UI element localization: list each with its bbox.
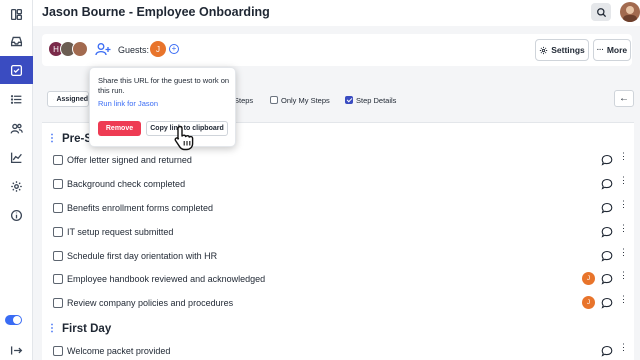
search-icon[interactable] (591, 3, 611, 21)
user-avatar[interactable] (620, 2, 640, 22)
guest-avatar[interactable]: J (150, 41, 166, 57)
comment-icon[interactable] (601, 345, 613, 357)
users-icon[interactable] (0, 114, 33, 142)
sidebar-toggle[interactable] (5, 315, 22, 325)
task-menu-icon[interactable]: ⋮ (619, 152, 628, 166)
layout-icon[interactable] (0, 0, 33, 28)
task-name: Employee handbook reviewed and acknowled… (67, 274, 266, 284)
task-row[interactable]: Background check completed ⋮ (53, 175, 628, 193)
task-row[interactable]: Welcome packet provided ⋮ (53, 342, 628, 360)
guests-label: Guests: (118, 45, 150, 55)
task-menu-icon[interactable]: ⋮ (619, 248, 628, 262)
comment-icon[interactable] (601, 154, 613, 166)
comment-icon[interactable] (601, 273, 613, 285)
logout-icon[interactable] (0, 336, 33, 360)
settings-button[interactable]: Settings (535, 39, 589, 61)
task-row[interactable]: Employee handbook reviewed and acknowled… (53, 270, 628, 288)
step-details-checkbox[interactable] (345, 96, 353, 104)
add-user-icon[interactable] (95, 42, 111, 56)
task-name: Offer letter signed and returned (67, 155, 192, 165)
remove-guest-button[interactable]: Remove (98, 121, 141, 136)
drag-handle-icon[interactable]: ⋮ (47, 324, 57, 334)
task-menu-icon[interactable]: ⋮ (619, 271, 628, 285)
step-details-label: Step Details (356, 96, 397, 105)
task-name: IT setup request submitted (67, 227, 174, 237)
app-root: Jason Bourne - Employee Onboarding H Gue… (0, 0, 640, 360)
assignee-initial: H (53, 44, 59, 54)
more-dots-icon: ··· (596, 46, 604, 54)
chart-icon[interactable] (0, 143, 33, 171)
task-assignee-initial: J (586, 299, 591, 306)
comment-icon[interactable] (601, 297, 613, 309)
info-icon[interactable] (0, 201, 33, 229)
assignee-filter[interactable]: Assigned (47, 91, 89, 107)
sidebar (0, 0, 33, 360)
run-toolbar: H Guests: J + Settings ··· More (42, 34, 632, 66)
task-name: Benefits enrollment forms completed (67, 203, 214, 213)
inbox-icon[interactable] (0, 27, 33, 55)
task-name: Schedule first day orientation with HR (67, 251, 218, 261)
steps-label: Steps (234, 96, 254, 105)
list-icon[interactable] (0, 85, 33, 113)
task-checkbox[interactable] (53, 298, 63, 308)
drag-handle-icon[interactable]: ⋮ (47, 134, 57, 144)
header: Jason Bourne - Employee Onboarding (33, 0, 640, 26)
comment-icon[interactable] (601, 178, 613, 190)
task-checkbox[interactable] (53, 203, 63, 213)
task-menu-icon[interactable]: ⋮ (619, 224, 628, 238)
comment-icon[interactable] (601, 202, 613, 214)
gear-icon[interactable] (0, 172, 33, 200)
section-header[interactable]: ⋮ First Day (47, 323, 111, 335)
task-name: Review company policies and procedures (67, 298, 234, 308)
task-menu-icon[interactable]: ⋮ (619, 200, 628, 214)
page-title: Jason Bourne - Employee Onboarding (42, 5, 270, 19)
task-name: Welcome packet provided (67, 346, 171, 356)
more-button[interactable]: ··· More (593, 39, 631, 61)
gear-icon (540, 46, 548, 54)
more-label: More (606, 45, 628, 55)
task-checkbox[interactable] (53, 274, 63, 284)
task-checkbox[interactable] (53, 179, 63, 189)
task-name: Background check completed (67, 179, 186, 189)
task-row[interactable]: IT setup request submitted ⋮ (53, 223, 628, 241)
task-menu-icon[interactable]: ⋮ (619, 343, 628, 357)
hand-cursor-icon (174, 125, 194, 151)
comment-icon[interactable] (601, 250, 613, 262)
assignee-avatar[interactable] (72, 41, 88, 57)
add-guest-icon[interactable]: + (169, 44, 179, 54)
task-checkbox[interactable] (53, 251, 63, 261)
settings-label: Settings (551, 45, 585, 55)
arrow-left-icon: ← (619, 93, 629, 104)
task-row[interactable]: Schedule first day orientation with HR ⋮ (53, 247, 628, 265)
comment-icon[interactable] (601, 226, 613, 238)
task-checkbox[interactable] (53, 346, 63, 356)
only-my-steps-label: Only My Steps (281, 96, 330, 105)
task-assignee-avatar[interactable]: J (582, 272, 595, 285)
task-row[interactable]: Offer letter signed and returned ⋮ (53, 151, 628, 169)
popover-description: Share this URL for the guest to work on … (98, 76, 230, 95)
task-menu-icon[interactable]: ⋮ (619, 176, 628, 190)
task-row[interactable]: Benefits enrollment forms completed ⋮ (53, 199, 628, 217)
guest-initial: J (156, 44, 160, 54)
task-menu-icon[interactable]: ⋮ (619, 295, 628, 309)
task-assignee-initial: J (586, 275, 591, 282)
task-assignee-avatar[interactable]: J (582, 296, 595, 309)
collapse-button[interactable]: ← (614, 90, 634, 107)
guest-link-popover: Share this URL for the guest to work on … (89, 67, 236, 147)
task-row[interactable]: Review company policies and procedures J… (53, 294, 628, 312)
section-title: First Day (62, 323, 112, 335)
checklist-icon[interactable] (0, 56, 33, 84)
task-checkbox[interactable] (53, 155, 63, 165)
only-my-steps-checkbox[interactable] (270, 96, 278, 104)
task-panel: ⋮ Pre-Start Offer letter signed and retu… (42, 122, 634, 360)
run-link[interactable]: Run link for Jason (98, 99, 158, 108)
assignee-filter-label: Assigned (56, 95, 88, 103)
task-checkbox[interactable] (53, 227, 63, 237)
